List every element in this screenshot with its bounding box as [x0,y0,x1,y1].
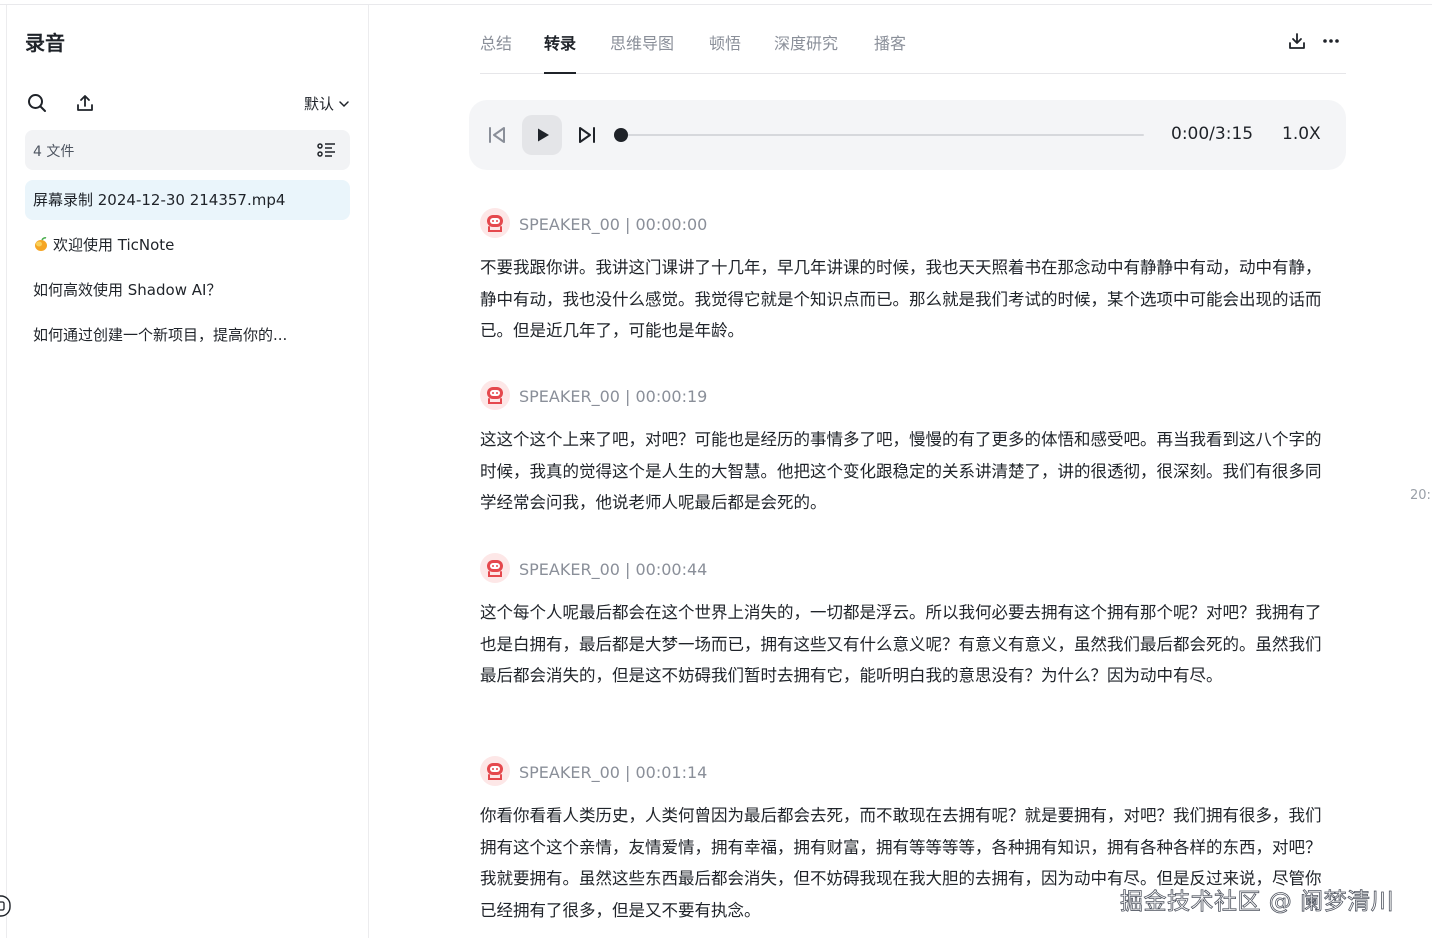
sidebar-collapse-icon[interactable] [0,894,14,918]
file-count-bar: 4 文件 [25,130,350,170]
playback-time: 0:00/3:15 [1171,124,1254,144]
skip-back-icon[interactable] [477,115,517,155]
sort-label: 默认 [303,95,334,113]
tab-transcript-label: 转录 [544,34,577,53]
sidebar-title: 录音 [25,31,65,55]
tab-podcast[interactable]: 播客 [874,30,906,74]
sidebar: 录音 默认 4 文件 屏幕录制 2024-12-30 214357.mp4 欢迎… [6,5,369,938]
playback-speed-button[interactable]: 1.0X [1282,124,1321,144]
upload-icon[interactable] [73,91,97,115]
file-item-welcome[interactable]: 欢迎使用 TicNote [25,225,350,265]
chevron-down-icon [339,100,349,107]
audio-player: 0:00/3:15 1.0X [469,100,1346,170]
watermark: 掘金技术社区 @ 阑梦清川 [1120,889,1395,916]
sidebar-toolbar: 默认 [25,89,350,119]
skip-next-icon[interactable] [567,115,607,155]
speaker-avatar-icon [480,756,510,786]
speaker-header: SPEAKER_00 | 00:00:00 [480,206,1340,246]
speaker-timestamp[interactable]: SPEAKER_00 | 00:00:19 [519,387,707,406]
segment-text: 这这个这个上来了吧，对吧？可能也是经历的事情多了吧，慢慢的有了更多的体悟和感受吧… [480,430,1322,512]
search-icon[interactable] [25,91,49,115]
transcript-segment: SPEAKER_00 | 00:00:19 这这个这个上来了吧，对吧？可能也是经… [480,378,1340,519]
list-view-icon[interactable] [316,139,338,161]
file-item-welcome-label: 欢迎使用 TicNote [53,236,175,254]
content-tabs: 总结 转录 思维导图 顿悟 深度研究 播客 [480,22,1346,74]
speaker-header: SPEAKER_00 | 00:00:44 [480,551,1340,591]
speaker-avatar-icon [480,208,510,238]
play-button[interactable] [522,115,562,155]
sort-dropdown[interactable]: 默认 [304,93,350,114]
segment-text: 不要我跟你讲。我讲这门课讲了十几年，早几年讲课的时候，我也天天照着书在那念动中有… [480,258,1322,340]
side-timestamp-fragment: 20: [1410,488,1431,503]
progress-thumb[interactable] [614,128,628,142]
file-count: 4 文件 [33,144,75,160]
tab-mindmap[interactable]: 思维导图 [610,30,674,74]
file-item-recording[interactable]: 屏幕录制 2024-12-30 214357.mp4 [25,180,350,220]
tab-insight[interactable]: 顿悟 [709,30,741,74]
file-item-shadow-ai[interactable]: 如何高效使用 Shadow AI？ [25,270,350,310]
speaker-header: SPEAKER_00 | 00:00:19 [480,378,1340,418]
speaker-timestamp[interactable]: SPEAKER_00 | 00:01:14 [519,763,707,782]
transcript-segment: SPEAKER_00 | 00:00:00 不要我跟你讲。我讲这门课讲了十几年，… [480,206,1340,347]
active-tab-indicator [544,72,577,74]
file-item-new-project[interactable]: 如何通过创建一个新项目，提高你的... [25,315,350,355]
progress-track[interactable] [617,134,1144,136]
more-icon[interactable] [1320,30,1342,52]
play-icon [538,128,549,142]
speaker-timestamp[interactable]: SPEAKER_00 | 00:00:44 [519,560,707,579]
transcript-segment: SPEAKER_00 | 00:00:44 这个每个人呢最后都会在这个世界上消失… [480,551,1340,692]
tab-summary[interactable]: 总结 [480,30,512,74]
speaker-avatar-icon [480,553,510,583]
download-icon[interactable] [1286,30,1308,52]
mango-emoji-icon [33,236,49,252]
tab-deep-research[interactable]: 深度研究 [774,30,838,74]
tab-transcript[interactable]: 转录 [544,30,577,74]
speaker-header: SPEAKER_00 | 00:01:14 [480,754,1340,794]
speaker-avatar-icon [480,380,510,410]
speaker-timestamp[interactable]: SPEAKER_00 | 00:00:00 [519,215,707,234]
segment-text: 这个每个人呢最后都会在这个世界上消失的，一切都是浮云。所以我何必要去拥有这个拥有… [480,603,1322,685]
